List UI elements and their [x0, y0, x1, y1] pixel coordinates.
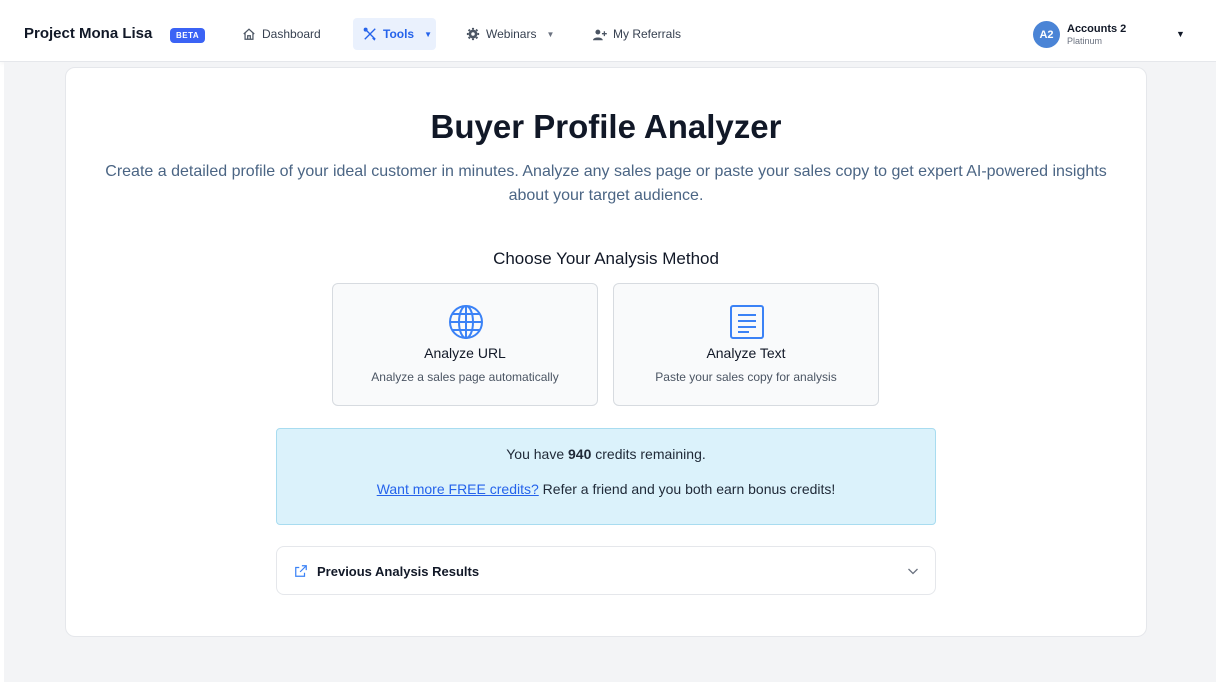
- chevron-down-icon: ▼: [546, 29, 555, 39]
- account-caret-icon[interactable]: ▼: [1176, 29, 1185, 39]
- analyze-text-description: Paste your sales copy for analysis: [655, 370, 837, 384]
- gear-icon: [466, 27, 480, 41]
- home-icon: [243, 28, 255, 40]
- avatar: A2: [1033, 21, 1060, 48]
- brand-name[interactable]: Project Mona Lisa: [24, 25, 152, 42]
- globe-icon: [449, 305, 483, 339]
- account-name: Accounts 2: [1067, 22, 1127, 35]
- nav-referrals-label: My Referrals: [613, 27, 682, 41]
- referral-line: Want more FREE credits? Refer a friend a…: [277, 481, 935, 497]
- external-link-icon: [295, 565, 307, 577]
- page-subtitle: Create a detailed profile of your ideal …: [105, 163, 1107, 204]
- chevron-down-icon: [908, 568, 918, 575]
- analyze-text-option[interactable]: Analyze Text Paste your sales copy for a…: [613, 283, 879, 406]
- nav-webinars[interactable]: Webinars ▼: [456, 18, 564, 50]
- analyze-url-title: Analyze URL: [424, 345, 506, 361]
- analyze-url-description: Analyze a sales page automatically: [371, 370, 559, 384]
- free-credits-link[interactable]: Want more FREE credits?: [377, 481, 539, 497]
- tools-icon: [363, 27, 376, 41]
- account-menu[interactable]: A2 Accounts 2 Platinum: [1033, 21, 1126, 48]
- chevron-down-icon: ▼: [424, 29, 433, 39]
- top-navbar: Project Mona Lisa BETA Dashboard Tools ▼…: [0, 0, 1216, 62]
- credits-info-box: You have 940 credits remaining. Want mor…: [276, 428, 936, 525]
- nav-dashboard[interactable]: Dashboard: [232, 18, 331, 50]
- beta-badge: BETA: [170, 28, 206, 43]
- credits-count: 940: [568, 446, 592, 462]
- analyze-url-option[interactable]: Analyze URL Analyze a sales page automat…: [332, 283, 598, 406]
- analyze-text-title: Analyze Text: [706, 345, 786, 361]
- nav-tools[interactable]: Tools ▼: [353, 18, 436, 50]
- nav-tools-label: Tools: [383, 27, 415, 41]
- nav-dashboard-label: Dashboard: [262, 27, 321, 41]
- credits-remaining: You have 940 credits remaining.: [506, 446, 706, 462]
- document-icon: [730, 305, 764, 339]
- user-plus-icon: [593, 29, 607, 40]
- nav-referrals[interactable]: My Referrals: [582, 18, 691, 50]
- page-title: Buyer Profile Analyzer: [430, 108, 782, 145]
- previous-results-accordion[interactable]: Previous Analysis Results: [276, 546, 936, 595]
- previous-results-title: Previous Analysis Results: [317, 564, 480, 579]
- referral-text: Refer a friend and you both earn bonus c…: [542, 481, 836, 497]
- account-plan: Platinum: [1067, 35, 1103, 46]
- nav-webinars-label: Webinars: [486, 27, 537, 41]
- method-heading: Choose Your Analysis Method: [493, 249, 719, 268]
